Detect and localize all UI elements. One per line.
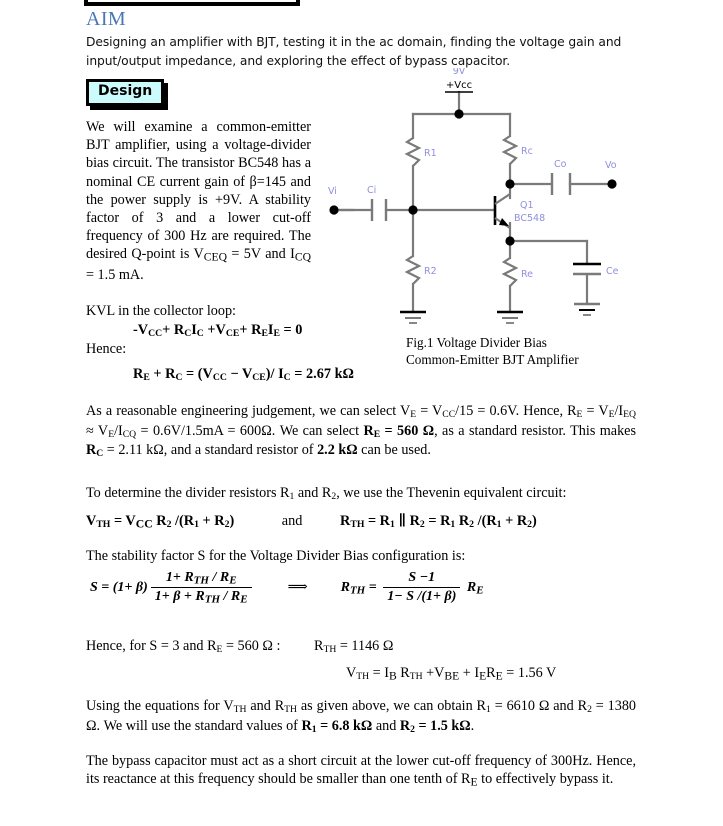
rth-equation: RTH = R1 ∥ R2 = R1 R2 /(R1 + R2) (340, 513, 537, 531)
vth-result: VTH = IB RTH +VBE + IERE = 1.56 V (346, 665, 557, 683)
ci-label: Ci (367, 185, 376, 196)
rc-label: Rc (521, 146, 533, 157)
transistor-q1 (493, 193, 511, 229)
resistor-rc (501, 135, 519, 165)
vth-equation: VTH = VCC R2 /(R1 + R2) (86, 513, 235, 531)
stability-paragraph: The stability factor S for the Voltage D… (86, 548, 466, 564)
implies-arrow-icon: ⟹ (287, 580, 308, 596)
figure-caption-line1: Fig.1 Voltage Divider Bias (406, 335, 547, 350)
rth-numerator: S −1 (408, 570, 436, 586)
rth-denominator: 1− S /(1+ β) (383, 587, 461, 605)
stability-factor-formula: S = (1+ β) 1+ RTH / RE 1+ β + RTH / RE ⟹… (90, 570, 484, 606)
page-title: AIM (86, 8, 127, 30)
vi-label: Vi (328, 186, 337, 197)
kvl-label: KVL in the collector loop: (86, 303, 236, 319)
vo-label: Vo (605, 160, 617, 171)
document-page: AIM Designing an amplifier with BJT, tes… (0, 0, 723, 826)
hence-s-label: Hence, for S = 3 and RE = 560 Ω : (86, 638, 281, 656)
bypass-capacitor-paragraph: The bypass capacitor must act as a short… (86, 753, 636, 789)
cut-off-heading-box (84, 0, 300, 6)
rth-fraction: S −1 1− S /(1+ β) (383, 570, 461, 605)
rth-lhs: RTH = (340, 579, 381, 597)
capacitor-ce (573, 262, 601, 276)
figure-caption: Fig.1 Voltage Divider Bias Common-Emitte… (406, 334, 579, 369)
r1-label: R1 (424, 148, 437, 159)
using-equations-paragraph: Using the equations for VTH and RTH as g… (86, 698, 637, 735)
vcc-supply-symbol: +Vcc 9V (445, 66, 473, 93)
r2-label: R2 (424, 266, 437, 277)
q1-label: Q1 (520, 200, 534, 211)
rth-derived-formula: RTH = S −1 1− S /(1+ β) RE (341, 570, 484, 605)
figure-caption-line2: Common-Emitter BJT Amplifier (406, 352, 579, 368)
hence-label: Hence: (86, 341, 127, 357)
thevenin-and-word: and (281, 513, 303, 529)
design-section-badge: Design (86, 79, 165, 106)
formula-lhs: S = (1+ β) (90, 579, 148, 595)
left-column-paragraph: We will examine a common-emitter BJT amp… (86, 119, 311, 283)
co-label: Co (554, 159, 567, 170)
ground-symbol-re (497, 310, 523, 324)
ground-symbol-ce (574, 302, 600, 316)
circuit-nodes (329, 109, 617, 246)
divider-paragraph: To determine the divider resistors R1 an… (86, 485, 567, 503)
re-rc-equation: RE + RC = (VCC − VCE)/ IC = 2.67 kΩ (133, 366, 354, 384)
intro-paragraph: Designing an amplifier with BJT, testing… (86, 35, 622, 68)
vcc-label: +Vcc (446, 80, 472, 91)
kvl-equation: -VCC+ RCIC +VCE+ REIE = 0 (133, 322, 303, 340)
supply-value-label: 9V (453, 68, 466, 77)
stability-denominator: 1+ β + RTH / RE (150, 587, 252, 606)
stability-numerator: 1+ RTH / RE (165, 570, 237, 587)
stability-fraction: 1+ RTH / RE 1+ β + RTH / RE (150, 570, 252, 606)
circuit-diagram: +Vcc 9V R1 R2 Rc Re Ci Co Ce Q1 BC548 Vi… (320, 66, 720, 338)
thevenin-equations: VTH = VCC R2 /(R1 + R2) and RTH = R1 ∥ R… (86, 513, 636, 531)
ground-symbol-r2 (400, 310, 426, 324)
resistor-r2 (404, 255, 422, 285)
rth-result: RTH = 1146 Ω (314, 638, 394, 656)
resistor-re (501, 257, 519, 287)
judgement-paragraph: As a reasonable engineering judgement, w… (86, 403, 637, 460)
re-label: Re (521, 269, 533, 280)
ce-label: Ce (606, 266, 619, 277)
rth-re-factor: RE (466, 579, 484, 597)
resistor-r1 (404, 137, 422, 167)
q1-part-label: BC548 (514, 213, 545, 224)
capacitor-ci (370, 199, 388, 221)
capacitor-co (550, 173, 572, 195)
